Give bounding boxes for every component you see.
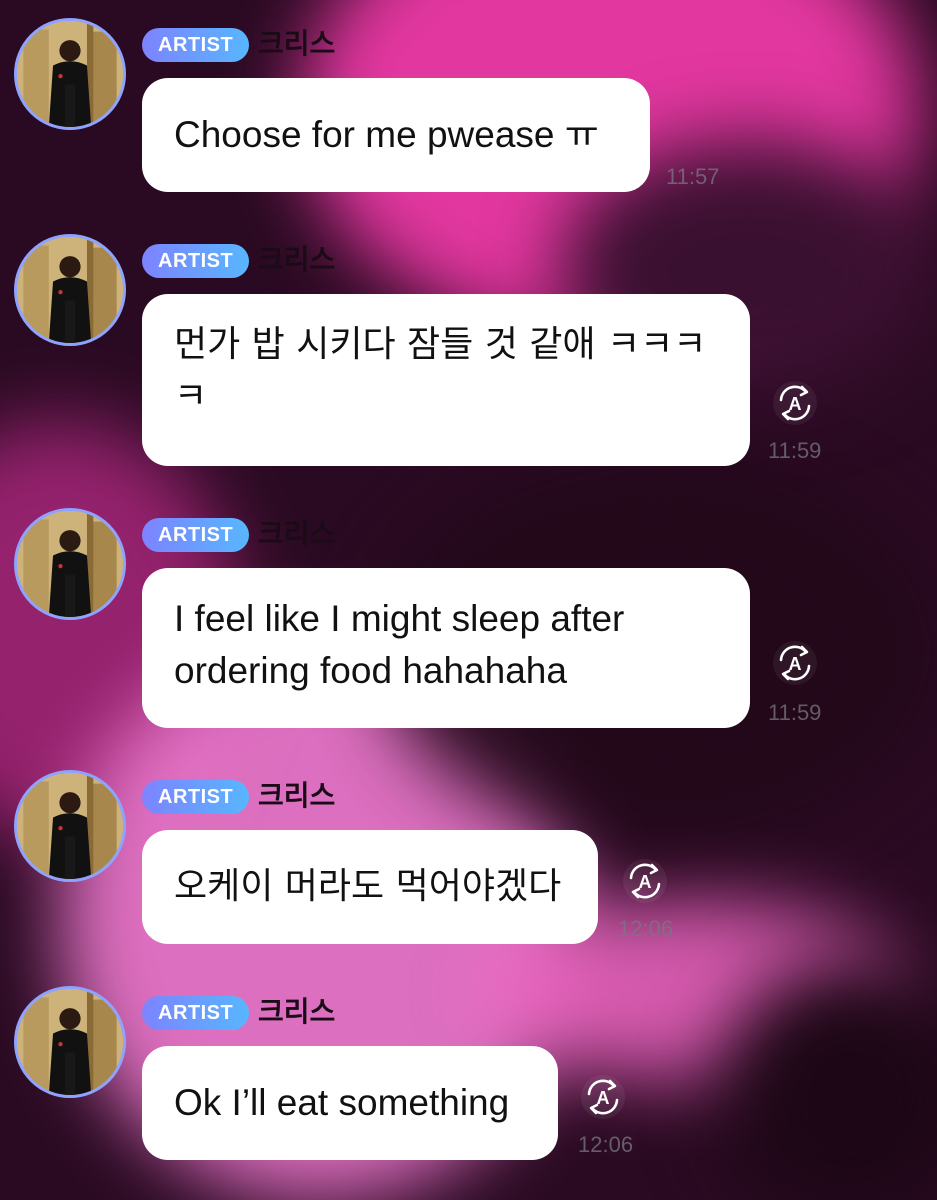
- sender-name[interactable]: 크리스: [258, 995, 335, 1029]
- sender-name[interactable]: 크리스: [258, 779, 335, 813]
- svg-text:A: A: [597, 1088, 610, 1108]
- artist-badge: ARTIST: [142, 518, 250, 552]
- sender-name[interactable]: 크리스: [258, 27, 335, 61]
- sender-name[interactable]: 크리스: [258, 243, 335, 277]
- avatar[interactable]: [14, 770, 126, 882]
- artist-badge: ARTIST: [142, 28, 250, 62]
- message-timestamp: 11:59: [768, 438, 822, 463]
- message-timestamp: 12:06: [618, 916, 674, 941]
- artist-badge: ARTIST: [142, 780, 250, 814]
- translate-icon[interactable]: A: [772, 640, 818, 686]
- avatar[interactable]: [14, 18, 126, 130]
- translate-icon[interactable]: A: [772, 380, 818, 426]
- message-timestamp: 11:59: [768, 700, 822, 725]
- message-bubble[interactable]: 오케이 머라도 먹어야겠다: [142, 830, 598, 944]
- svg-text:A: A: [639, 872, 652, 892]
- translate-icon[interactable]: A: [580, 1074, 626, 1120]
- svg-text:A: A: [789, 394, 802, 414]
- avatar[interactable]: [14, 508, 126, 620]
- message-bubble[interactable]: I feel like I might sleep after ordering…: [142, 568, 750, 728]
- message-bubble[interactable]: Choose for me pwease ㅠ: [142, 78, 650, 192]
- message-bubble[interactable]: 먼가 밥 시키다 잠들 것 같애 ㅋㅋㅋ ㅋ: [142, 294, 750, 466]
- artist-badge: ARTIST: [142, 244, 250, 278]
- avatar[interactable]: [14, 234, 126, 346]
- translate-icon[interactable]: A: [622, 858, 668, 904]
- avatar[interactable]: [14, 986, 126, 1098]
- artist-badge: ARTIST: [142, 996, 250, 1030]
- message-timestamp: 12:06: [578, 1132, 634, 1157]
- message-bubble[interactable]: Ok I’ll eat something: [142, 1046, 558, 1160]
- svg-text:A: A: [789, 654, 802, 674]
- message-timestamp: 11:57: [666, 164, 720, 189]
- sender-name[interactable]: 크리스: [258, 517, 335, 551]
